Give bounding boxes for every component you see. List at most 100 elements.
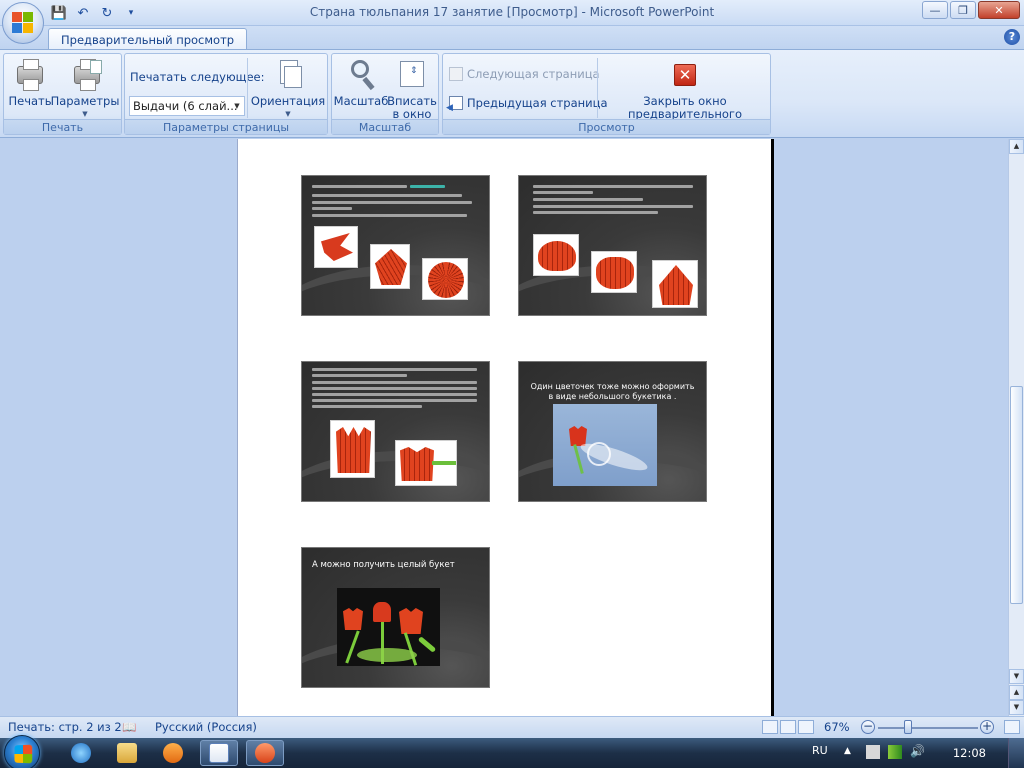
slide-text-block: [533, 185, 698, 217]
print-button[interactable]: Печать: [8, 58, 52, 108]
title-bar: 💾 ↶ ↻ ▾ Страна тюльпания 17 занятие [Про…: [0, 0, 1024, 44]
show-desktop-button[interactable]: [1008, 738, 1024, 768]
zoom-percent[interactable]: 67%: [824, 720, 850, 734]
status-bar: Печать: стр. 2 из 2 📖 Русский (Россия) 6…: [0, 716, 1024, 738]
internet-explorer-icon: [71, 743, 91, 763]
taskbar-ie[interactable]: [62, 740, 100, 766]
volume-icon[interactable]: 🔊: [910, 744, 925, 758]
media-player-icon: [163, 743, 183, 763]
origami-photo: [395, 440, 457, 486]
preview-workspace: Один цветочек тоже можно оформить в виде…: [0, 139, 1008, 716]
bouquet-photo: [337, 588, 440, 666]
slide-caption: Один цветочек тоже можно оформить в виде…: [519, 382, 706, 402]
slide-show-view-icon[interactable]: [798, 720, 814, 734]
scroll-up-button[interactable]: ▲: [1009, 139, 1024, 154]
normal-view-icon[interactable]: [762, 720, 778, 734]
print-what-value: Выдачи (6 слай...: [133, 99, 238, 113]
origami-photo: [591, 251, 637, 293]
taskbar-media-player[interactable]: [154, 740, 192, 766]
origami-photo: [330, 420, 375, 478]
group-preview: Следующая страница ◀ Предыдущая страница…: [442, 53, 771, 135]
zoom-slider-thumb[interactable]: [904, 720, 912, 734]
origami-photo: [533, 234, 579, 276]
slide-text-block: [312, 181, 482, 220]
office-logo-icon: [12, 12, 34, 34]
origami-photo: [370, 244, 410, 289]
fit-to-window-button[interactable]: ⇕ Вписать в окно: [387, 58, 437, 121]
slide-text-block: [312, 368, 482, 411]
group-label-print: Печать: [4, 119, 121, 134]
tray-expand-icon[interactable]: ▲: [844, 746, 851, 756]
minimize-button[interactable]: —: [922, 1, 948, 19]
action-center-icon[interactable]: [866, 745, 880, 759]
office-button[interactable]: [2, 2, 44, 44]
maximize-button[interactable]: ❐: [950, 1, 976, 19]
slide-caption-line1: Один цветочек тоже можно оформить: [530, 382, 695, 391]
previous-page-scroll-button[interactable]: ▲: [1009, 685, 1024, 700]
network-icon[interactable]: [888, 745, 902, 759]
fit-to-window-icon: ⇕: [395, 58, 429, 92]
next-page-scroll-button[interactable]: ▼: [1009, 700, 1024, 715]
spellcheck-icon[interactable]: 📖: [122, 720, 136, 734]
next-page-button[interactable]: Следующая страница: [449, 67, 600, 81]
folder-icon: [117, 743, 137, 763]
print-options-icon: [68, 58, 102, 92]
fit-slide-icon[interactable]: [1004, 720, 1020, 734]
orientation-label: Ориентация: [250, 94, 326, 108]
zoom-slider[interactable]: [878, 727, 978, 729]
print-page: Один цветочек тоже можно оформить в виде…: [237, 139, 774, 716]
slide-sorter-view-icon[interactable]: [780, 720, 796, 734]
slide-thumbnail[interactable]: [301, 175, 490, 316]
orientation-icon: [271, 58, 305, 92]
language-status[interactable]: Русский (Россия): [155, 720, 257, 734]
zoom-label: Масштаб: [333, 94, 389, 108]
input-language[interactable]: RU: [812, 744, 828, 757]
previous-page-label: Предыдущая страница: [467, 96, 608, 110]
slide-thumbnail[interactable]: А можно получить целый букет: [301, 547, 490, 688]
printer-icon: [13, 58, 47, 92]
powerpoint-icon: [255, 743, 275, 763]
start-button[interactable]: [4, 735, 40, 768]
ribbon-tab-row: Предварительный просмотр ?: [0, 26, 1024, 50]
slide-thumbnail[interactable]: [301, 361, 490, 502]
window-title: Страна тюльпания 17 занятие [Просмотр] -…: [309, 5, 715, 19]
next-page-icon: [449, 67, 463, 81]
separator: [247, 58, 248, 118]
group-label-page-setup: Параметры страницы: [125, 119, 327, 134]
previous-page-button[interactable]: ◀ Предыдущая страница: [446, 96, 608, 113]
vertical-scrollbar[interactable]: ▲ ▼ ▲ ▼: [1008, 139, 1024, 716]
print-what-select[interactable]: Выдачи (6 слай... ▼: [129, 96, 245, 116]
system-tray: RU ▲ 🔊 12:08: [804, 738, 1024, 768]
taskbar-explorer[interactable]: [108, 740, 146, 766]
tab-print-preview[interactable]: Предварительный просмотр: [48, 28, 248, 50]
next-page-label: Следующая страница: [467, 67, 600, 81]
close-window-button[interactable]: ✕: [978, 1, 1020, 19]
help-icon[interactable]: ?: [1004, 29, 1020, 45]
ribbon: Печать Параметры ▼ Печать Печатать следу…: [0, 49, 1024, 138]
slide-caption-line2: в виде небольшого букетика .: [548, 392, 677, 401]
options-button[interactable]: Параметры ▼: [50, 58, 120, 121]
orientation-button[interactable]: Ориентация ▼: [251, 58, 325, 121]
chevron-down-icon: ▼: [234, 102, 240, 110]
zoom-in-button[interactable]: +: [980, 720, 994, 734]
slide-thumbnail[interactable]: [518, 175, 707, 316]
print-button-label: Печать: [8, 94, 52, 108]
taskbar-word[interactable]: [200, 740, 238, 766]
previous-page-icon: ◀: [446, 96, 463, 113]
close-preview-icon: ✕: [668, 58, 702, 92]
group-label-preview: Просмотр: [443, 119, 770, 134]
bouquet-photo: [553, 404, 657, 486]
zoom-button[interactable]: Масштаб: [333, 58, 389, 108]
taskbar-powerpoint[interactable]: [246, 740, 284, 766]
clock[interactable]: 12:08: [953, 746, 986, 760]
zoom-out-button[interactable]: −: [861, 720, 875, 734]
origami-photo: [422, 258, 468, 300]
slide-thumbnail[interactable]: Один цветочек тоже можно оформить в виде…: [518, 361, 707, 502]
origami-photo: [314, 226, 358, 268]
page-info: Печать: стр. 2 из 2: [8, 720, 122, 734]
taskbar: RU ▲ 🔊 12:08: [0, 735, 1024, 768]
scrollbar-thumb[interactable]: [1010, 386, 1023, 604]
options-button-label: Параметры: [50, 94, 120, 108]
scroll-down-button[interactable]: ▼: [1009, 669, 1024, 684]
group-zoom: Масштаб ⇕ Вписать в окно Масштаб: [331, 53, 439, 135]
